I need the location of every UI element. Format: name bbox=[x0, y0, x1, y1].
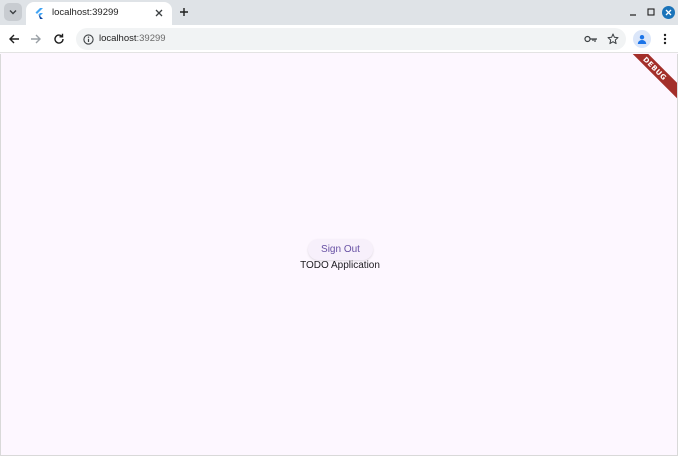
flutter-icon bbox=[35, 8, 43, 19]
plus-icon bbox=[180, 8, 188, 16]
url-host: localhost bbox=[99, 33, 137, 44]
debug-banner: DEBUG bbox=[617, 54, 677, 107]
bookmark-star-icon[interactable] bbox=[606, 32, 620, 46]
new-tab-button[interactable] bbox=[177, 5, 191, 19]
close-icon bbox=[155, 9, 163, 17]
arrow-right-icon bbox=[31, 34, 41, 44]
debug-banner-label: DEBUG bbox=[641, 55, 669, 82]
tab-close-button[interactable] bbox=[152, 6, 166, 20]
url-port: :39299 bbox=[136, 33, 166, 44]
app-title: TODO Application bbox=[300, 260, 380, 271]
forward-button[interactable] bbox=[28, 31, 44, 47]
window-close-button[interactable] bbox=[662, 6, 675, 19]
sign-out-button[interactable]: Sign Out bbox=[308, 239, 373, 260]
minimize-button[interactable] bbox=[627, 5, 639, 19]
reload-icon bbox=[54, 33, 64, 44]
back-button[interactable] bbox=[6, 31, 22, 47]
info-icon[interactable] bbox=[82, 33, 94, 45]
chevron-down-icon bbox=[9, 10, 17, 15]
password-key-icon[interactable] bbox=[584, 33, 598, 45]
maximize-button[interactable] bbox=[645, 5, 657, 19]
close-icon bbox=[665, 9, 672, 16]
tab-search-button[interactable] bbox=[4, 3, 22, 21]
tab-strip: localhost:39299 bbox=[0, 0, 678, 25]
maximize-icon bbox=[647, 8, 655, 16]
browser-toolbar: localhost:39299 bbox=[0, 25, 678, 53]
browser-menu-button[interactable] bbox=[659, 31, 671, 47]
kebab-menu-icon bbox=[663, 33, 667, 45]
minimize-icon bbox=[630, 14, 636, 16]
app-viewport: DEBUG Sign Out TODO Application bbox=[0, 54, 678, 456]
url-text: localhost:39299 bbox=[99, 33, 166, 44]
address-bar[interactable]: localhost:39299 bbox=[76, 28, 626, 50]
reload-button[interactable] bbox=[51, 31, 67, 47]
person-icon bbox=[637, 35, 647, 44]
tab-title: localhost:39299 bbox=[52, 7, 119, 18]
arrow-left-icon bbox=[9, 34, 19, 44]
browser-tab[interactable]: localhost:39299 bbox=[26, 2, 172, 25]
profile-button[interactable] bbox=[633, 30, 651, 48]
